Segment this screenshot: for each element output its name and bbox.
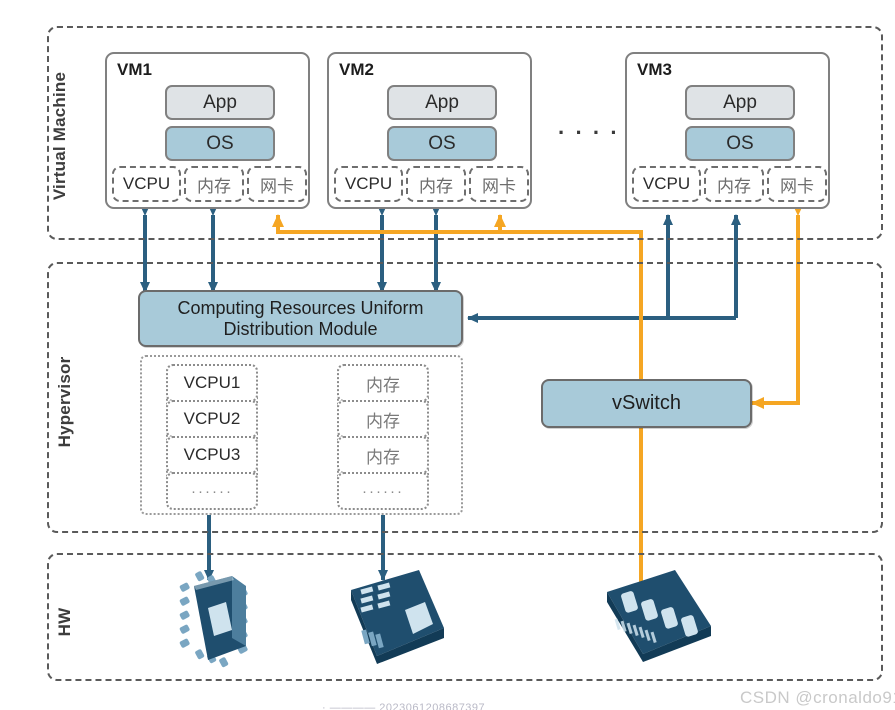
layer-label-virtual-machine: Virtual Machine — [50, 71, 69, 201]
diagram-canvas: Virtual Machine VM1 App OS VCPU 内存 网卡 VM… — [0, 0, 895, 710]
vm-resource-vcpu[interactable]: VCPU — [632, 166, 701, 202]
watermark-text: CSDN @cronaldo91 — [740, 688, 895, 707]
layer-label-hardware: HW — [55, 607, 74, 637]
module-line-2: Distribution Module — [223, 318, 378, 339]
module-line-1: Computing Resources Uniform — [177, 297, 424, 318]
vm-box-vm3[interactable]: VM3 App OS VCPU 内存 网卡 — [625, 52, 830, 209]
vcpu-pool-column: VCPU1 VCPU2 VCPU3 ······ — [166, 364, 258, 510]
vm-os-box[interactable]: OS — [165, 126, 275, 161]
vm-resource-vcpu[interactable]: VCPU — [112, 166, 181, 202]
vm-resource-nic[interactable]: 网卡 — [767, 166, 827, 202]
pool-item-memory[interactable]: 内存 — [337, 364, 429, 402]
vm-resource-memory[interactable]: 内存 — [704, 166, 764, 202]
vm-resource-vcpu[interactable]: VCPU — [334, 166, 403, 202]
vm-box-vm2[interactable]: VM2 App OS VCPU 内存 网卡 — [327, 52, 532, 209]
vm-title: VM1 — [117, 60, 152, 79]
vm-os-box[interactable]: OS — [387, 126, 497, 161]
nic-card-icon — [345, 568, 450, 668]
memory-pool-column: 内存 内存 内存 ······ — [337, 364, 429, 510]
pool-item-memory[interactable]: 内存 — [337, 400, 429, 438]
cpu-chip-icon — [170, 568, 266, 668]
pool-item-memory[interactable]: 内存 — [337, 436, 429, 474]
vm-os-box[interactable]: OS — [685, 126, 795, 161]
computing-resources-distribution-module[interactable]: Computing Resources Uniform Distribution… — [138, 290, 463, 347]
vm-title: VM3 — [637, 60, 672, 79]
vm-resource-nic[interactable]: 网卡 — [469, 166, 529, 202]
vm-app-box[interactable]: App — [387, 85, 497, 120]
vm-resource-memory[interactable]: 内存 — [184, 166, 244, 202]
vm-box-vm1[interactable]: VM1 App OS VCPU 内存 网卡 — [105, 52, 310, 209]
layer-label-hypervisor: Hypervisor — [55, 356, 74, 448]
pool-item-vcpu[interactable]: VCPU2 — [166, 400, 258, 438]
pool-item-vcpu-ellipsis: ······ — [166, 472, 258, 510]
memory-dimm-icon — [603, 570, 718, 668]
pool-item-vcpu[interactable]: VCPU3 — [166, 436, 258, 474]
pool-item-vcpu[interactable]: VCPU1 — [166, 364, 258, 402]
bottom-id-strip: · ———— 2023061208687397 — [322, 702, 486, 710]
vswitch-module[interactable]: vSwitch — [541, 379, 752, 428]
vm-resource-memory[interactable]: 内存 — [406, 166, 466, 202]
vm-app-box[interactable]: App — [685, 85, 795, 120]
vm-resource-nic[interactable]: 网卡 — [247, 166, 307, 202]
vm-title: VM2 — [339, 60, 374, 79]
pool-item-memory-ellipsis: ······ — [337, 472, 429, 510]
vm-app-box[interactable]: App — [165, 85, 275, 120]
